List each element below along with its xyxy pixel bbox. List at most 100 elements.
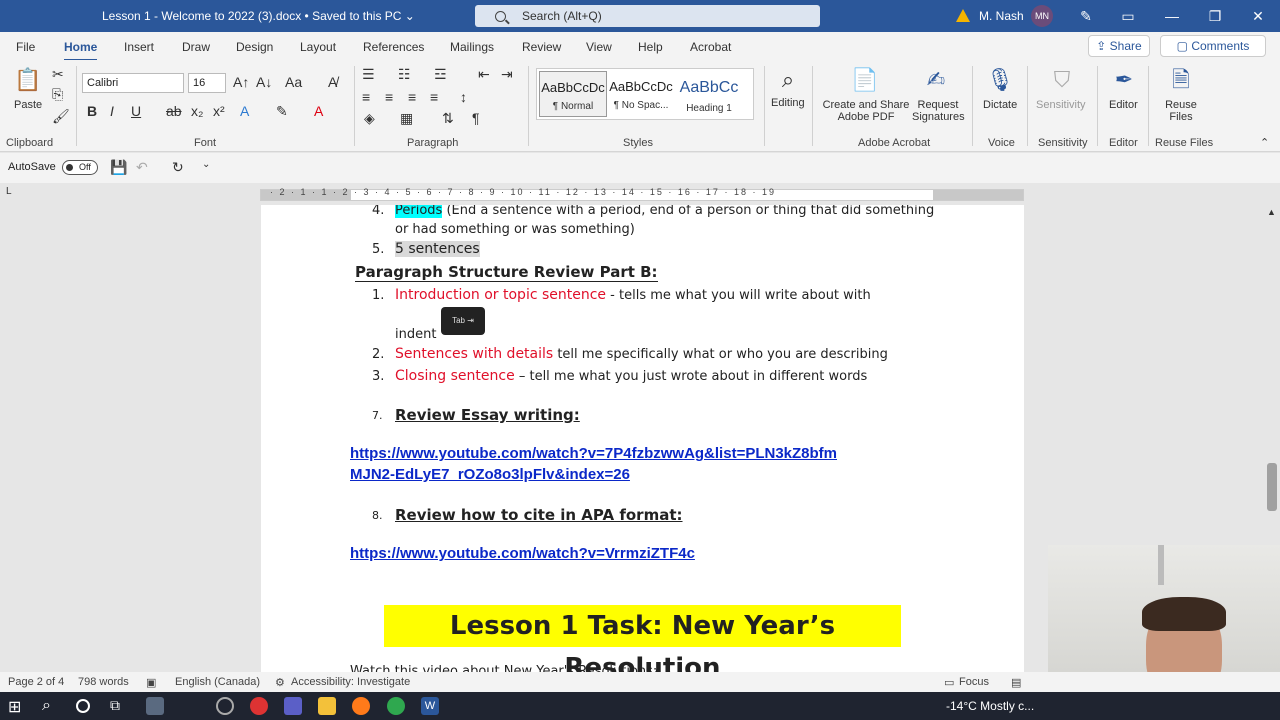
- chrome-icon[interactable]: [387, 697, 405, 715]
- task-view-icon[interactable]: ⧉: [110, 697, 128, 715]
- paste-label[interactable]: Paste: [14, 99, 42, 111]
- youtube-link-apa[interactable]: https://www.youtube.com/watch?v=VrrmziZT…: [350, 545, 695, 562]
- user-name[interactable]: M. Nash: [979, 9, 1024, 23]
- paste-icon[interactable]: 📋: [14, 66, 42, 94]
- text-effects-icon[interactable]: A: [240, 103, 249, 119]
- tab-draw[interactable]: Draw: [182, 40, 210, 54]
- weather-widget[interactable]: -14°C Mostly c...: [946, 699, 1034, 713]
- align-left-icon[interactable]: ≡: [362, 89, 370, 105]
- scroll-up-icon[interactable]: ▲: [1267, 207, 1276, 217]
- ribbon-display-icon[interactable]: ▭: [1118, 6, 1138, 26]
- warning-icon[interactable]: [956, 9, 970, 22]
- sort-icon[interactable]: ⇅: [442, 110, 454, 127]
- subscript-icon[interactable]: x₂: [191, 103, 203, 119]
- share-button[interactable]: ⇪ Share: [1088, 35, 1150, 57]
- tab-home[interactable]: Home: [64, 40, 98, 61]
- save-icon[interactable]: 💾: [110, 159, 127, 176]
- style-no-spacing[interactable]: AaBbCcDc ¶ No Spac...: [607, 71, 675, 117]
- youtube-link-essay-cont[interactable]: MJN2-EdLyE7_rOZo8o3lpFlv&index=26: [350, 466, 630, 483]
- focus-mode[interactable]: Focus: [959, 676, 989, 688]
- create-share-pdf-button[interactable]: Create and Share Adobe PDF: [822, 99, 910, 123]
- shading-icon[interactable]: ◈: [364, 110, 375, 127]
- comments-button[interactable]: ▢ Comments: [1160, 35, 1266, 57]
- tab-references[interactable]: References: [363, 40, 424, 54]
- request-signatures-button[interactable]: Request Signatures: [912, 99, 965, 123]
- app-icon[interactable]: [216, 697, 234, 715]
- customize-qat-icon[interactable]: ⌄: [202, 159, 210, 170]
- tab-review[interactable]: Review: [522, 40, 561, 54]
- font-name-dropdown[interactable]: Calibri: [82, 73, 184, 93]
- word-count[interactable]: 798 words: [78, 676, 129, 688]
- request-signatures-icon[interactable]: ✍: [922, 66, 950, 94]
- cortana-icon[interactable]: [76, 699, 90, 713]
- editing-label[interactable]: Editing: [771, 97, 805, 109]
- close-icon[interactable]: ✕: [1248, 6, 1268, 26]
- decrease-indent-icon[interactable]: ⇤: [478, 66, 490, 83]
- language[interactable]: English (Canada): [175, 676, 260, 688]
- justify-icon[interactable]: ≡: [430, 89, 438, 105]
- tab-layout[interactable]: Layout: [300, 40, 336, 54]
- clear-formatting-icon[interactable]: A̸: [328, 74, 337, 90]
- firefox-icon[interactable]: [352, 697, 370, 715]
- tab-acrobat[interactable]: Acrobat: [690, 40, 731, 54]
- superscript-icon[interactable]: x²: [213, 103, 225, 119]
- dictate-button[interactable]: Dictate: [983, 99, 1017, 111]
- windows-start-icon[interactable]: ⊞: [8, 697, 26, 716]
- app-icon[interactable]: [250, 697, 268, 715]
- align-right-icon[interactable]: ≡: [408, 89, 416, 105]
- italic-icon[interactable]: I: [110, 103, 114, 119]
- pen-icon[interactable]: ✎: [1076, 6, 1096, 26]
- avatar[interactable]: MN: [1031, 5, 1053, 27]
- bullets-icon[interactable]: ☰: [362, 66, 375, 83]
- align-center-icon[interactable]: ≡: [385, 89, 393, 105]
- style-normal[interactable]: AaBbCcDc ¶ Normal: [539, 71, 607, 117]
- accessibility-status[interactable]: Accessibility: Investigate: [291, 676, 410, 688]
- autosave-toggle[interactable]: Off: [62, 160, 98, 175]
- font-size-dropdown[interactable]: 16: [188, 73, 226, 93]
- change-case-icon[interactable]: Aa: [285, 74, 302, 90]
- editor-icon[interactable]: ✒: [1110, 66, 1138, 94]
- style-heading-1[interactable]: AaBbCc Heading 1: [675, 71, 743, 117]
- shrink-font-icon[interactable]: A↓: [256, 74, 272, 90]
- undo-icon[interactable]: ↶: [136, 159, 148, 176]
- read-mode-icon[interactable]: ▤: [1011, 676, 1021, 689]
- bold-icon[interactable]: B: [87, 103, 97, 119]
- grow-font-icon[interactable]: A↑: [233, 74, 249, 90]
- search-icon[interactable]: ⌕: [42, 697, 60, 715]
- tab-design[interactable]: Design: [236, 40, 273, 54]
- minimize-icon[interactable]: —: [1162, 6, 1182, 26]
- tab-mailings[interactable]: Mailings: [450, 40, 494, 54]
- font-color-icon[interactable]: A: [314, 103, 323, 119]
- borders-icon[interactable]: ▦: [400, 110, 413, 127]
- multilevel-list-icon[interactable]: ☲: [434, 66, 447, 83]
- file-explorer-icon[interactable]: [318, 697, 336, 715]
- format-painter-icon[interactable]: 🖌: [52, 108, 70, 125]
- redo-icon[interactable]: ↻: [172, 159, 184, 176]
- increase-indent-icon[interactable]: ⇥: [501, 66, 513, 83]
- show-marks-icon[interactable]: ¶: [472, 110, 480, 126]
- reuse-files-icon[interactable]: 🗎: [1167, 66, 1195, 94]
- strikethrough-icon[interactable]: ab: [166, 103, 182, 119]
- highlight-icon[interactable]: ✎: [276, 103, 288, 120]
- app-icon[interactable]: [146, 697, 164, 715]
- tab-selector-icon[interactable]: L: [6, 186, 12, 197]
- youtube-link-essay[interactable]: https://www.youtube.com/watch?v=7P4fzbzw…: [350, 445, 837, 462]
- styles-gallery[interactable]: AaBbCcDc ¶ Normal AaBbCcDc ¶ No Spac... …: [536, 68, 754, 120]
- search-box[interactable]: Search (Alt+Q): [475, 5, 820, 27]
- teams-icon[interactable]: [284, 697, 302, 715]
- page-count[interactable]: Page 2 of 4: [8, 676, 64, 688]
- editor-button[interactable]: Editor: [1109, 99, 1138, 111]
- document-page[interactable]: 4. Periods (End a sentence with a period…: [261, 205, 1024, 672]
- microphone-icon[interactable]: 🎙: [986, 66, 1014, 94]
- tab-file[interactable]: File: [16, 40, 35, 54]
- reuse-files-button[interactable]: Reuse Files: [1160, 99, 1202, 123]
- cut-icon[interactable]: ✂: [52, 66, 64, 83]
- numbering-icon[interactable]: ☷: [398, 66, 411, 83]
- underline-icon[interactable]: U: [131, 103, 141, 119]
- line-spacing-icon[interactable]: ↕: [460, 89, 467, 105]
- document-title[interactable]: Lesson 1 - Welcome to 2022 (3).docx • Sa…: [102, 9, 415, 23]
- create-pdf-icon[interactable]: 📄: [851, 66, 879, 94]
- maximize-icon[interactable]: ❐: [1205, 6, 1225, 26]
- word-icon[interactable]: W: [421, 697, 439, 715]
- scrollbar-thumb[interactable]: [1267, 463, 1277, 511]
